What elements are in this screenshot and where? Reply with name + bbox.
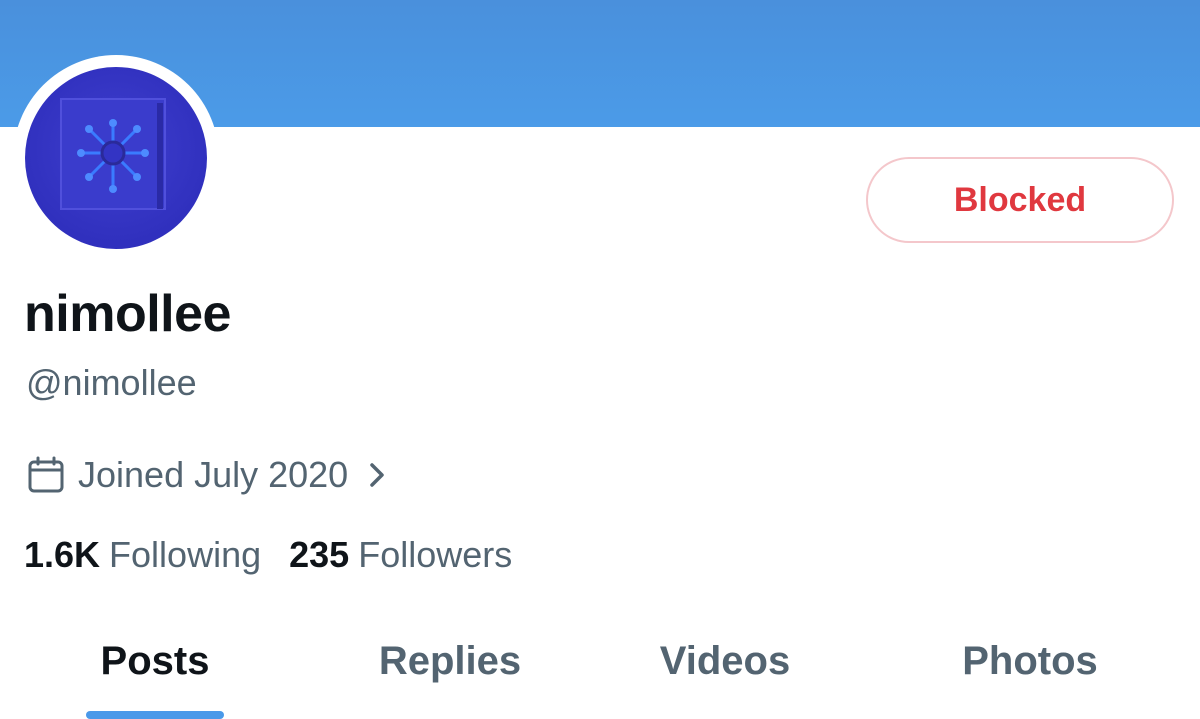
- blocked-button[interactable]: Blocked: [866, 157, 1174, 243]
- avatar-border: [13, 55, 219, 261]
- followers-stat[interactable]: 235 Followers: [289, 532, 512, 578]
- followers-count: 235: [289, 534, 350, 575]
- joined-date-row[interactable]: Joined July 2020: [26, 452, 390, 498]
- display-name: nimollee: [24, 285, 231, 343]
- chevron-right-icon: [370, 463, 384, 487]
- profile-tabs: Posts Replies Videos Photos: [0, 620, 1200, 719]
- avatar[interactable]: [25, 67, 207, 249]
- follow-stats: 1.6K Following 235 Followers: [24, 532, 512, 578]
- avatar-image: [25, 67, 207, 249]
- user-handle: @nimollee: [26, 362, 197, 403]
- following-count: 1.6K: [24, 534, 101, 575]
- tab-posts[interactable]: Posts: [40, 620, 270, 719]
- tab-replies-label: Replies: [378, 639, 522, 683]
- tab-videos-label: Videos: [659, 639, 791, 683]
- joined-date-text: Joined July 2020: [78, 454, 349, 495]
- calendar-icon: [28, 456, 64, 493]
- tab-videos[interactable]: Videos: [610, 620, 840, 719]
- tab-photos[interactable]: Photos: [915, 620, 1145, 719]
- following-label: Following: [109, 534, 262, 575]
- tab-replies[interactable]: Replies: [335, 620, 565, 719]
- following-stat[interactable]: 1.6K Following: [24, 532, 261, 578]
- followers-label: Followers: [358, 534, 513, 575]
- tab-posts-label: Posts: [100, 639, 210, 683]
- tab-photos-label: Photos: [962, 639, 1098, 683]
- active-tab-indicator: [86, 711, 224, 719]
